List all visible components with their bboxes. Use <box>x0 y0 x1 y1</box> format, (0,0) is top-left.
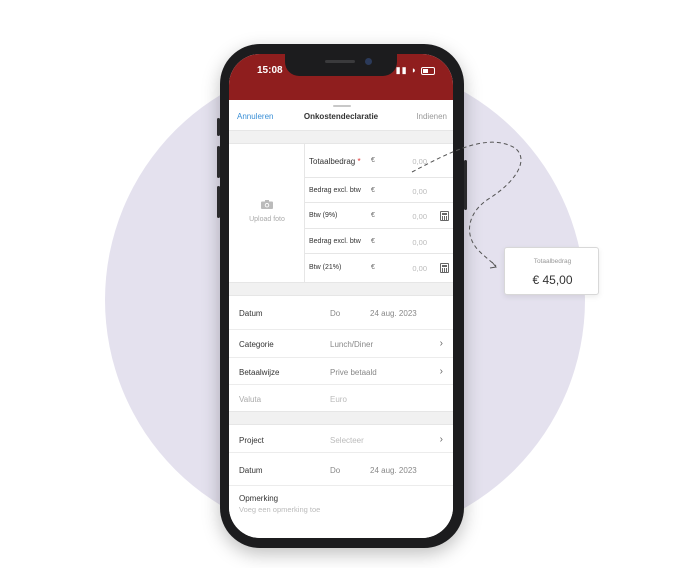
callout-label: Totaalbedrag <box>533 258 572 265</box>
total-amount-callout: Totaalbedrag € 45,00 <box>504 247 599 295</box>
callout-value: € 45,00 <box>532 273 573 287</box>
